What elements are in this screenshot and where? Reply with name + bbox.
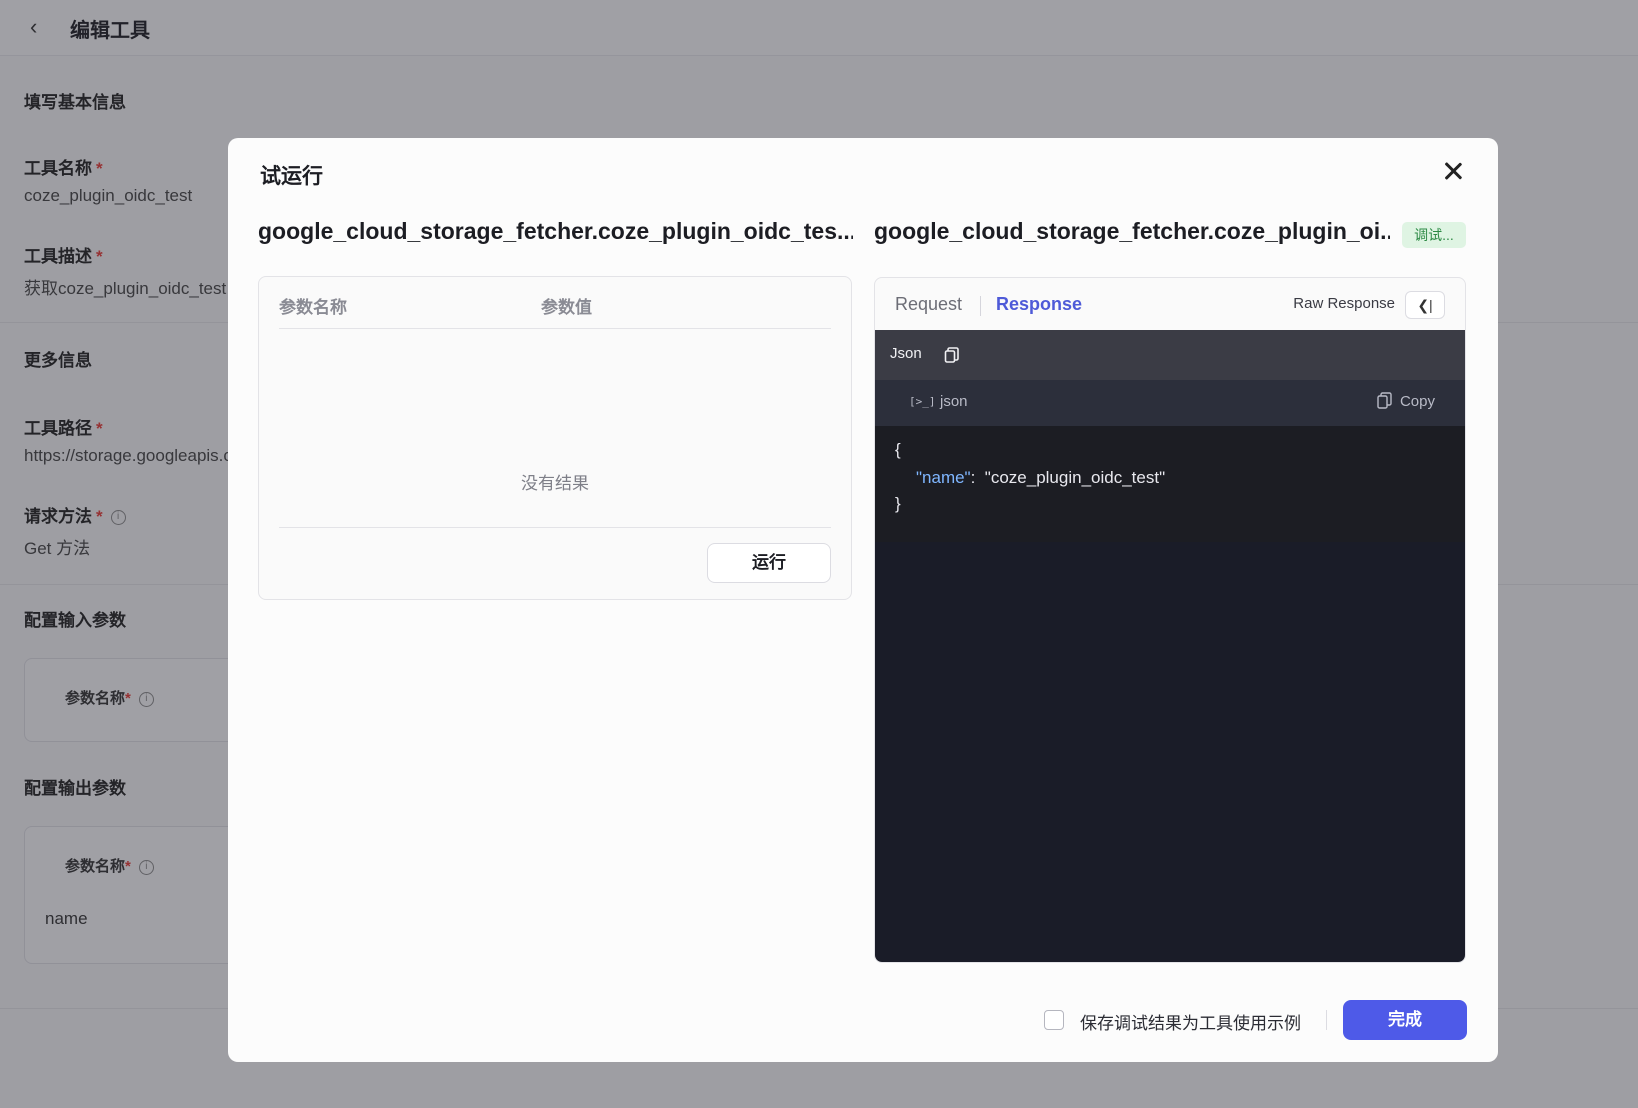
save-example-checkbox[interactable] <box>1044 1010 1064 1030</box>
status-badge: 调试... <box>1402 222 1466 248</box>
json-format-label: Json <box>890 345 922 362</box>
copy-icon[interactable] <box>943 346 961 364</box>
tab-response[interactable]: Response <box>996 294 1082 315</box>
json-key: "name" <box>916 468 971 487</box>
divider <box>279 328 831 329</box>
copy-code-button[interactable]: Copy <box>1377 392 1435 410</box>
trial-run-dialog: 试运行 google_cloud_storage_fetcher.coze_pl… <box>228 138 1498 1062</box>
clipboard-icon <box>1377 392 1392 409</box>
code-close-brace: } <box>895 494 901 513</box>
right-panel-title: google_cloud_storage_fetcher.coze_plugin… <box>874 218 1390 244</box>
divider <box>279 527 831 528</box>
empty-state: 没有结果 <box>521 474 589 493</box>
footer-separator <box>1326 1010 1327 1030</box>
run-button[interactable]: 运行 <box>707 543 831 583</box>
col-header-param-value: 参数值 <box>541 298 592 317</box>
params-panel: 参数名称 参数值 没有结果 运行 <box>258 276 852 600</box>
save-example-label: 保存调试结果为工具使用示例 <box>1080 1014 1301 1033</box>
tab-request[interactable]: Request <box>895 294 962 315</box>
raw-response-toggle[interactable]: Raw Response <box>1293 295 1395 312</box>
close-icon[interactable] <box>1442 160 1464 182</box>
copy-label: Copy <box>1399 393 1435 410</box>
code-block-header: [>_] json Copy <box>875 380 1465 426</box>
done-button[interactable]: 完成 <box>1343 1000 1467 1040</box>
code-language-label: json <box>940 393 968 410</box>
dialog-title: 试运行 <box>260 165 323 188</box>
code-open-brace: { <box>895 440 901 459</box>
json-value: "coze_plugin_oidc_test" <box>984 468 1166 487</box>
collapse-icon[interactable]: ❮| <box>1405 291 1445 319</box>
response-panel: Request Response Raw Response ❮| Json [>… <box>874 277 1466 963</box>
code-line-name: "name": "coze_plugin_oidc_test" <box>916 468 1165 488</box>
response-tabs: Request Response Raw Response ❮| <box>875 278 1465 330</box>
left-panel-title: google_cloud_storage_fetcher.coze_plugin… <box>258 218 853 244</box>
json-colon: : <box>970 468 976 487</box>
col-header-param-name: 参数名称 <box>279 298 347 317</box>
terminal-icon: [>_] <box>909 395 936 408</box>
code-block: { "name": "coze_plugin_oidc_test" } <box>875 426 1465 962</box>
json-toolbar: Json <box>875 330 1465 380</box>
tab-separator <box>980 296 981 316</box>
